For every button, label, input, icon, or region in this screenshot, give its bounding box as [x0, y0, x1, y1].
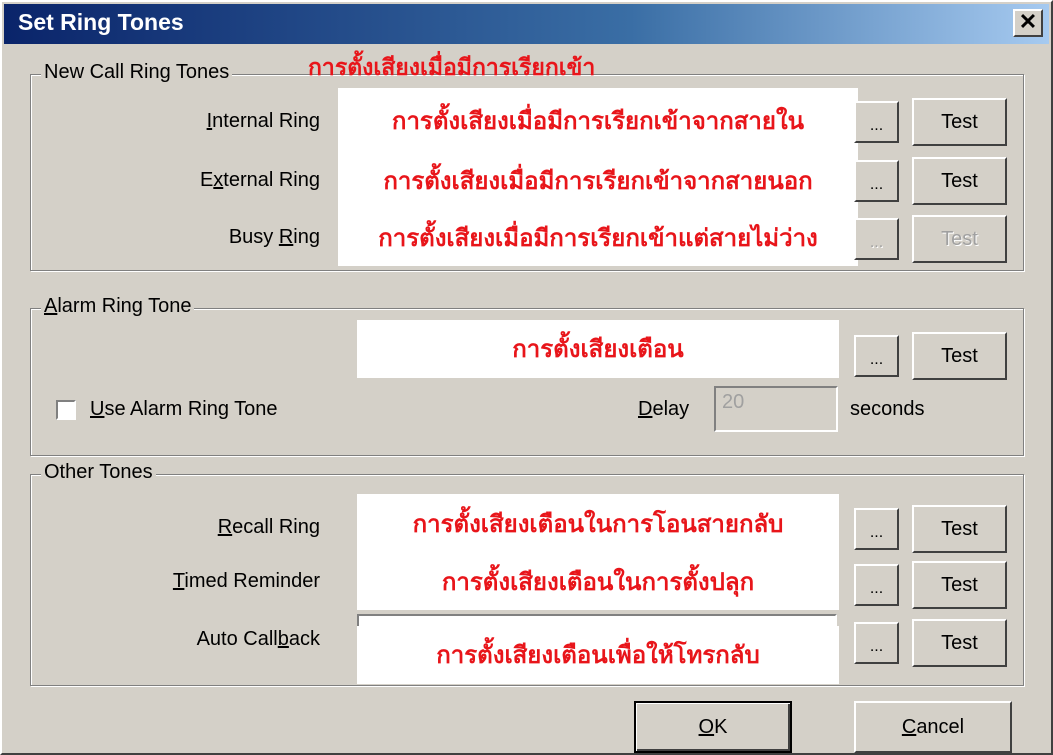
other-tones-legend: Other Tones: [41, 461, 156, 484]
auto-callback-label: Auto Callback: [196, 628, 320, 650]
recall-ring-label: Recall Ring: [217, 516, 320, 538]
timed-reminder-label: Timed Reminder: [172, 570, 320, 592]
title-bar: Set Ring Tones ✕: [4, 4, 1049, 44]
internal-ring-overlay: การตั้งเสียงเมื่อมีการเรียกเข้าจากสายใน: [338, 88, 858, 154]
auto-callback-test-button[interactable]: Test: [912, 619, 1007, 667]
close-button[interactable]: ✕: [1013, 9, 1043, 37]
recall-ring-browse-button[interactable]: ...: [854, 508, 899, 550]
new-call-annotation: การตั้งเสียงเมื่อมีการเรียกเข้า: [308, 55, 596, 81]
auto-callback-browse-button[interactable]: ...: [854, 622, 899, 664]
set-ring-tones-dialog: Set Ring Tones ✕ New Call Ring Tones การ…: [0, 0, 1053, 755]
alarm-overlay: การตั้งเสียงเตือน: [357, 320, 839, 378]
delay-label: Delay: [638, 398, 690, 420]
cancel-button[interactable]: Cancel: [854, 701, 1012, 753]
alarm-browse-button[interactable]: ...: [854, 335, 899, 377]
external-ring-test-button[interactable]: Test: [912, 157, 1007, 205]
internal-ring-label: Internal Ring: [206, 110, 320, 132]
recall-ring-test-button[interactable]: Test: [912, 505, 1007, 553]
busy-ring-overlay: การตั้งเสียงเมื่อมีการเรียกเข้าแต่สายไม่…: [338, 210, 858, 266]
auto-callback-overlay: การตั้งเสียงเตือนเพื่อให้โทรกลับ: [357, 626, 839, 684]
seconds-label: seconds: [850, 398, 925, 420]
use-alarm-ring-tone-checkbox[interactable]: [56, 400, 76, 420]
delay-input[interactable]: 20: [714, 386, 838, 432]
alarm-test-button[interactable]: Test: [912, 332, 1007, 380]
internal-ring-test-button[interactable]: Test: [912, 98, 1007, 146]
timed-reminder-browse-button[interactable]: ...: [854, 564, 899, 606]
external-ring-browse-button[interactable]: ...: [854, 160, 899, 202]
recall-ring-overlay: การตั้งเสียงเตือนในการโอนสายกลับ: [357, 494, 839, 554]
use-alarm-ring-tone-label[interactable]: Use Alarm Ring Tone: [90, 398, 278, 421]
busy-ring-label: Busy Ring: [228, 226, 320, 248]
external-ring-label: External Ring: [199, 169, 320, 191]
timed-reminder-overlay: การตั้งเสียงเตือนในการตั้งปลุก: [357, 554, 839, 610]
window-title: Set Ring Tones: [18, 9, 184, 35]
busy-ring-test-button[interactable]: Test: [912, 215, 1007, 263]
busy-ring-browse-button[interactable]: ...: [854, 218, 899, 260]
external-ring-overlay: การตั้งเสียงเมื่อมีการเรียกเข้าจากสายนอก: [338, 152, 858, 210]
timed-reminder-test-button[interactable]: Test: [912, 561, 1007, 609]
alarm-legend: Alarm Ring Tone: [41, 295, 195, 318]
internal-ring-browse-button[interactable]: ...: [854, 101, 899, 143]
new-call-legend: New Call Ring Tones: [41, 61, 233, 84]
ok-button[interactable]: OK: [634, 701, 792, 753]
